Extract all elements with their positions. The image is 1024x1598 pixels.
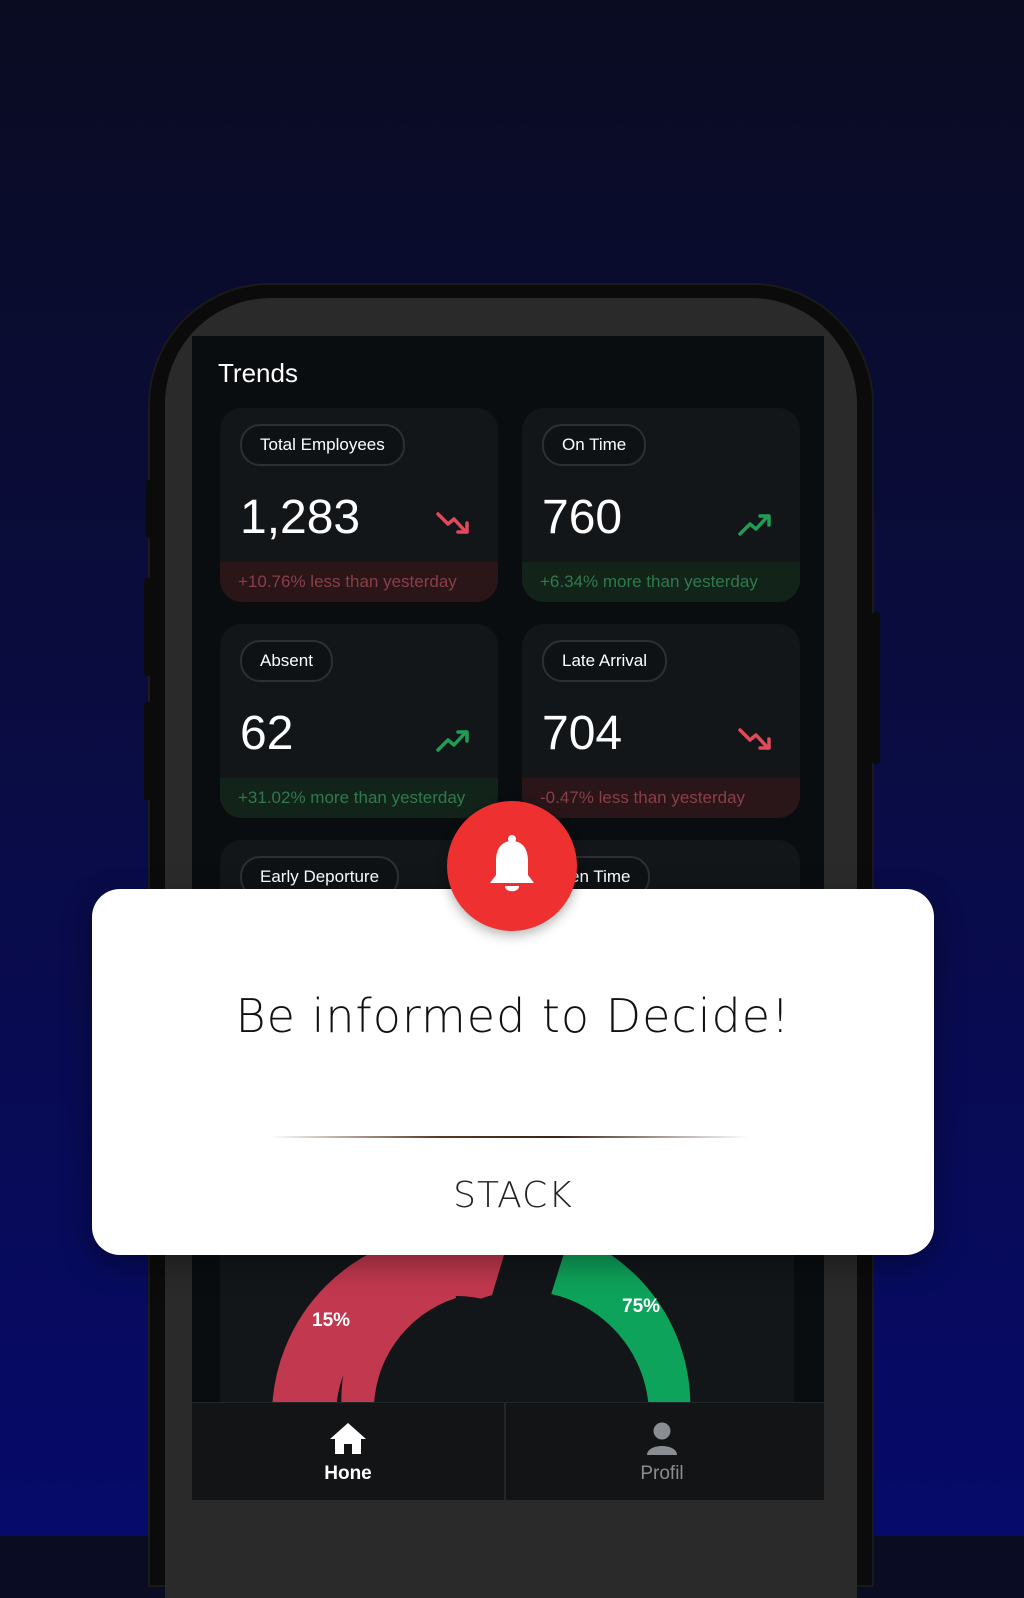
card-trend-note: +6.34% more than yesterday [522, 562, 800, 602]
tab-home-label: Hone [324, 1463, 372, 1484]
card-value: 760 [542, 491, 623, 544]
phone-side-button [146, 480, 154, 538]
card-trend-note: -0.47% less than yesterday [522, 778, 800, 818]
stat-card-absent[interactable]: Absent 62 +31.02% more than yesterday [220, 624, 498, 818]
chart-label-left: 15% [312, 1310, 351, 1331]
attendance-donut-chart: 15% 75% [220, 1236, 794, 1406]
trend-up-icon [738, 514, 771, 536]
home-icon [330, 1423, 366, 1454]
phone-side-button [872, 612, 880, 764]
tab-home[interactable]: Hone [192, 1403, 504, 1500]
phone-side-button [144, 578, 152, 676]
card-trend-note: +31.02% more than yesterday [220, 778, 498, 818]
donut-svg [272, 1236, 691, 1406]
card-label: Late Arrival [542, 640, 668, 682]
tab-profile-label: Profil [640, 1463, 684, 1484]
modal-divider [270, 1136, 748, 1138]
notification-bell-badge [447, 801, 577, 931]
page-title: Trends [218, 358, 298, 388]
card-label: Absent [240, 640, 333, 682]
stat-card-on-time[interactable]: On Time 760 +6.34% more than yesterday [522, 408, 800, 602]
modal-heading: Be informed to Decide! [235, 989, 791, 1043]
stat-card-late-arrival[interactable]: Late Arrival 704 -0.47% less than yester… [522, 624, 800, 818]
bottom-tab-bar: Hone Profil [192, 1402, 824, 1500]
trend-down-icon [738, 728, 771, 750]
trend-up-icon [436, 730, 469, 752]
card-value: 1,283 [240, 491, 361, 544]
stat-card-total-employees[interactable]: Total Employees 1,283 +10.76% less than … [220, 408, 498, 602]
stack-button[interactable]: STACK [92, 1175, 934, 1216]
phone-side-button [144, 702, 152, 800]
notification-modal: Be informed to Decide! STACK [92, 889, 934, 1255]
card-value: 704 [542, 707, 623, 760]
card-value: 62 [240, 707, 294, 760]
profile-icon [647, 1422, 677, 1455]
chart-label-right: 75% [622, 1296, 661, 1317]
card-label: Total Employees [240, 424, 405, 466]
card-label: On Time [542, 424, 647, 466]
card-trend-note: +10.76% less than yesterday [220, 562, 498, 602]
bell-icon [490, 835, 534, 892]
trend-down-icon [436, 512, 469, 534]
tab-profile[interactable]: Profil [506, 1403, 818, 1500]
